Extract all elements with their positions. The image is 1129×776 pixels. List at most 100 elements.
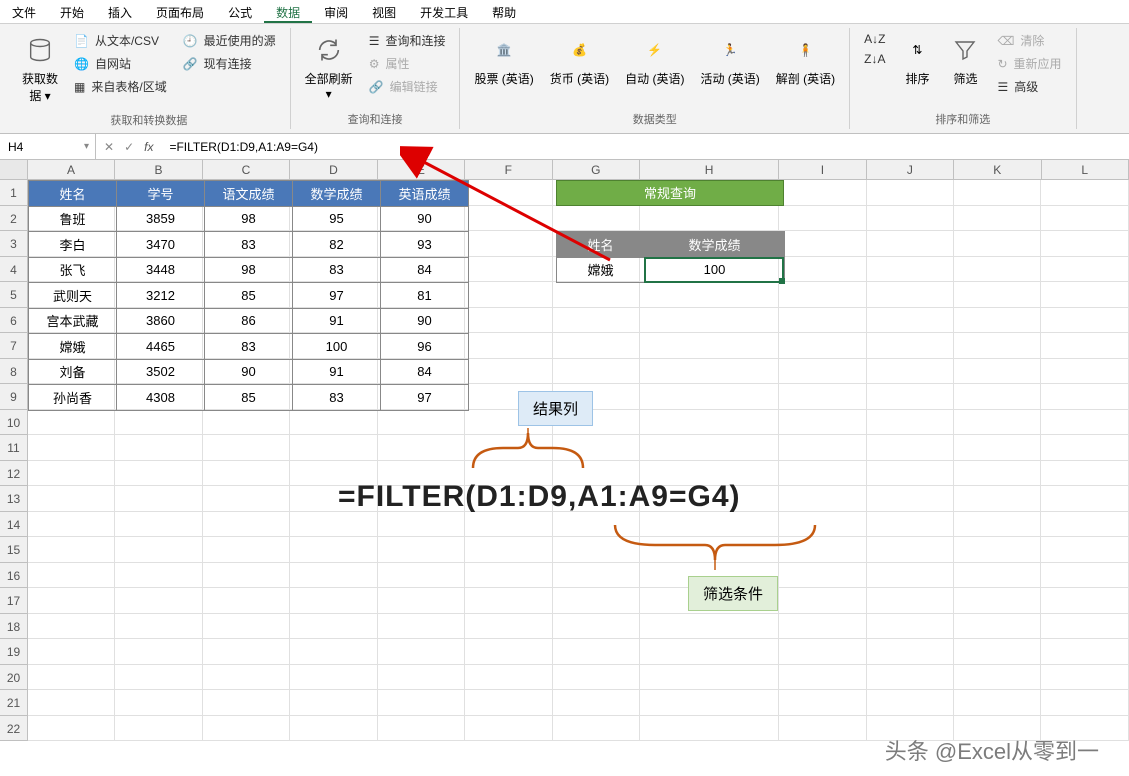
name-box[interactable]: H4 — [0, 134, 96, 159]
row-header[interactable]: 20 — [0, 665, 28, 691]
row-header[interactable]: 8 — [0, 359, 28, 385]
row-header[interactable]: 4 — [0, 257, 28, 283]
activity-button[interactable]: 🏃活动 (英语) — [696, 30, 763, 107]
menu-review[interactable]: 审阅 — [312, 0, 360, 23]
row-headers: 1 2 3 4 5 6 7 8 9 10 11 12 13 14 15 16 1… — [0, 180, 28, 741]
menu-formula[interactable]: 公式 — [216, 0, 264, 23]
fx-icon[interactable]: fx — [140, 140, 157, 154]
advanced-button[interactable]: ☰高级 — [993, 76, 1065, 97]
row-header[interactable]: 10 — [0, 410, 28, 436]
row-header[interactable]: 1 — [0, 180, 28, 206]
row-header[interactable]: 17 — [0, 588, 28, 614]
menu-home[interactable]: 开始 — [48, 0, 96, 23]
from-csv-button[interactable]: 📄从文本/CSV — [70, 30, 171, 51]
cancel-icon[interactable]: ✕ — [100, 140, 118, 154]
sort-za-icon: Z↓A — [864, 52, 885, 66]
clear-icon: ⌫ — [997, 34, 1014, 48]
group-label: 查询和连接 — [301, 107, 450, 127]
query-row: 嫦娥 100 — [557, 257, 785, 283]
sort-az-icon: A↓Z — [864, 32, 885, 46]
col-header[interactable]: F — [465, 160, 552, 180]
stocks-button[interactable]: 🏛️股票 (英语) — [470, 30, 537, 107]
row-header[interactable]: 2 — [0, 206, 28, 232]
bank-icon: 🏛️ — [488, 34, 520, 66]
col-header[interactable]: G — [553, 160, 640, 180]
col-header[interactable]: C — [203, 160, 290, 180]
col-header[interactable]: J — [867, 160, 954, 180]
row-header[interactable]: 12 — [0, 461, 28, 487]
group-label: 排序和筛选 — [860, 107, 1065, 127]
currency-button[interactable]: 💰货币 (英语) — [546, 30, 613, 107]
row-header[interactable]: 9 — [0, 384, 28, 410]
row-header[interactable]: 16 — [0, 563, 28, 589]
table-header: 语文成绩 — [205, 181, 293, 207]
row-header[interactable]: 6 — [0, 308, 28, 334]
row-header[interactable]: 15 — [0, 537, 28, 563]
list-icon: ☰ — [369, 34, 380, 48]
select-all-corner[interactable] — [0, 160, 28, 180]
row-header[interactable]: 18 — [0, 614, 28, 640]
sort-az-button[interactable]: A↓Z — [860, 30, 889, 48]
filter-button[interactable]: 筛选 — [945, 30, 985, 107]
table-header: 英语成绩 — [381, 181, 469, 207]
formula-buttons: ✕ ✓ fx — [96, 140, 161, 154]
col-header[interactable]: D — [290, 160, 377, 180]
col-header[interactable]: H — [640, 160, 779, 180]
reapply-button[interactable]: ↻重新应用 — [993, 53, 1065, 74]
sort-button[interactable]: ⇅排序 — [897, 30, 937, 107]
advanced-icon: ☰ — [997, 80, 1008, 94]
bolt-icon: ⚡ — [639, 34, 671, 66]
anatomy-button[interactable]: 🧍解剖 (英语) — [772, 30, 839, 107]
query-title[interactable]: 常规查询 — [556, 180, 784, 206]
annotation-result-col: 结果列 — [518, 391, 593, 426]
row-header[interactable]: 19 — [0, 639, 28, 665]
menu-view[interactable]: 视图 — [360, 0, 408, 23]
row-header[interactable]: 22 — [0, 716, 28, 742]
col-header[interactable]: A — [28, 160, 115, 180]
row-header[interactable]: 5 — [0, 282, 28, 308]
table-row: 宫本武藏3860869190 — [29, 308, 469, 334]
queries-button[interactable]: ☰查询和连接 — [365, 30, 450, 51]
recent-sources-button[interactable]: 🕘最近使用的源 — [179, 30, 280, 51]
sort-za-button[interactable]: Z↓A — [860, 50, 889, 68]
edit-links-button[interactable]: 🔗编辑链接 — [365, 76, 450, 97]
sort-icon: ⇅ — [901, 34, 933, 66]
row-header[interactable]: 14 — [0, 512, 28, 538]
col-header[interactable]: E — [378, 160, 465, 180]
row-header[interactable]: 7 — [0, 333, 28, 359]
table-row: 孙尚香4308858397 — [29, 385, 469, 411]
menu-help[interactable]: 帮助 — [480, 0, 528, 23]
data-table[interactable]: 姓名 学号 语文成绩 数学成绩 英语成绩 鲁班3859989590 李白3470… — [28, 180, 469, 411]
col-header[interactable]: B — [115, 160, 202, 180]
database-icon — [24, 34, 56, 66]
reapply-icon: ↻ — [997, 57, 1007, 71]
refresh-all-button[interactable]: 全部刷新 ▾ — [301, 30, 357, 107]
formula-input[interactable]: =FILTER(D1:D9,A1:A9=G4) — [161, 134, 1129, 159]
file-icon: 📄 — [74, 34, 89, 48]
col-header[interactable]: K — [954, 160, 1041, 180]
row-header[interactable]: 21 — [0, 690, 28, 716]
from-table-button[interactable]: ▦来自表格/区域 — [70, 76, 171, 97]
properties-button[interactable]: ⚙属性 — [365, 53, 450, 74]
menu-layout[interactable]: 页面布局 — [144, 0, 216, 23]
row-header[interactable]: 13 — [0, 486, 28, 512]
annotation-filter-cond: 筛选条件 — [688, 576, 778, 611]
clear-button[interactable]: ⌫清除 — [993, 30, 1065, 51]
cells-area[interactable]: 姓名 学号 语文成绩 数学成绩 英语成绩 鲁班3859989590 李白3470… — [28, 180, 1129, 741]
props-icon: ⚙ — [369, 57, 380, 71]
query-table[interactable]: 姓名 数学成绩 嫦娥 100 — [556, 231, 785, 283]
row-header[interactable]: 3 — [0, 231, 28, 257]
get-data-button[interactable]: 获取数 据 ▾ — [18, 30, 62, 108]
ribbon: 获取数 据 ▾ 📄从文本/CSV 🌐自网站 ▦来自表格/区域 🕘最近使用的源 🔗… — [0, 24, 1129, 134]
row-header[interactable]: 11 — [0, 435, 28, 461]
menu-insert[interactable]: 插入 — [96, 0, 144, 23]
auto-button[interactable]: ⚡自动 (英语) — [621, 30, 688, 107]
menu-devtools[interactable]: 开发工具 — [408, 0, 480, 23]
accept-icon[interactable]: ✓ — [120, 140, 138, 154]
from-web-button[interactable]: 🌐自网站 — [70, 53, 171, 74]
existing-conn-button[interactable]: 🔗现有连接 — [179, 53, 280, 74]
menu-file[interactable]: 文件 — [0, 0, 48, 23]
col-header[interactable]: I — [779, 160, 866, 180]
col-header[interactable]: L — [1042, 160, 1129, 180]
menu-data[interactable]: 数据 — [264, 0, 312, 23]
